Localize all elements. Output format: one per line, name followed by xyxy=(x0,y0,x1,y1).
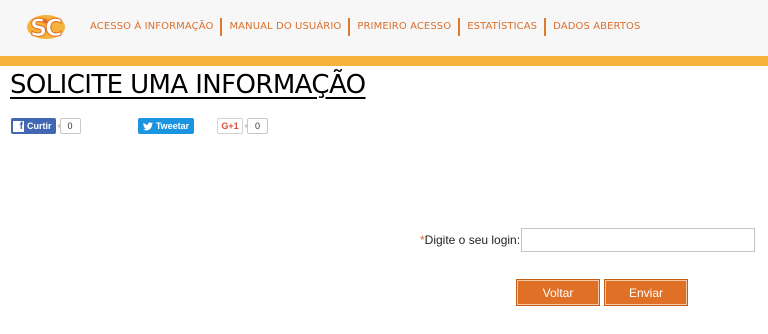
login-label: *Digite o seu login: xyxy=(420,233,520,247)
nav-acesso-informacao[interactable]: ACESSO À INFORMAÇÃO xyxy=(83,18,220,36)
facebook-like-count: 0 xyxy=(56,118,81,134)
main-nav: ACESSO À INFORMAÇÃO MANUAL DO USUÁRIO PR… xyxy=(83,18,647,36)
facebook-like-label: Curtir xyxy=(27,121,52,131)
google-plus-one-button[interactable]: G+1 xyxy=(217,118,243,134)
nav-dados-abertos[interactable]: DADOS ABERTOS xyxy=(546,18,647,36)
svg-text:C: C xyxy=(45,14,63,42)
nav-manual-usuario[interactable]: MANUAL DO USUÁRIO xyxy=(222,18,348,36)
back-button[interactable]: Voltar xyxy=(516,279,600,306)
login-input[interactable] xyxy=(521,228,755,252)
tweet-button[interactable]: Tweetar xyxy=(138,118,194,134)
sic-logo[interactable]: S C xyxy=(26,12,66,44)
google-plus-widget: G+1 0 xyxy=(217,118,268,134)
tweet-label: Tweetar xyxy=(155,121,190,131)
facebook-like-button[interactable]: f Curtir xyxy=(11,118,56,134)
nav-estatisticas[interactable]: ESTATÍSTICAS xyxy=(460,18,544,36)
send-button[interactable]: Enviar xyxy=(604,279,688,306)
header-stripe xyxy=(0,56,768,66)
site-header: S C ACESSO À INFORMAÇÃO MANUAL DO USUÁRI… xyxy=(0,0,768,56)
nav-primeiro-acesso[interactable]: PRIMEIRO ACESSO xyxy=(350,18,458,36)
twitter-widget: Tweetar xyxy=(138,118,194,134)
facebook-icon: f xyxy=(13,120,24,132)
facebook-like-widget: f Curtir 0 xyxy=(11,118,81,134)
google-plus-count: 0 xyxy=(244,118,268,134)
login-label-text: Digite o seu login: xyxy=(424,233,521,247)
page-title: SOLICITE UMA INFORMAÇÃO xyxy=(10,70,366,100)
twitter-bird-icon xyxy=(142,121,153,130)
